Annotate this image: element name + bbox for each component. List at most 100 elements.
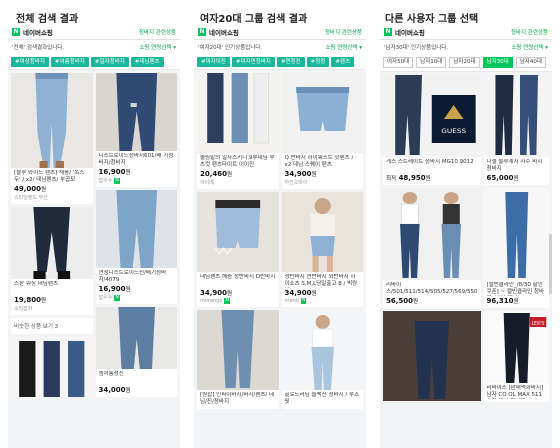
similar-products-link[interactable]: 비슷한 상품 보기 3 — [11, 318, 93, 334]
product-card[interactable] — [383, 311, 481, 401]
product-card[interactable]: 연청디스트로이드진/배기청바지/4079 16,900원 잡우수 N — [95, 190, 177, 304]
product-title: [캘빈클라인_/8/30 할인쿠폰] ~ 캘빈클라인 청바지/ 남성 데님 — [486, 282, 545, 295]
product-card[interactable]: 골로드러님 슬랙진 청바지 / 루즈핏 — [281, 310, 363, 409]
product-title: [원합] 인싸이바지/바지/팬츠/ 데님/진/청바지 — [200, 392, 275, 405]
product-card[interactable] — [11, 337, 93, 397]
phone-screen-male30: N 네이버쇼핑 청바지 관련상품 '남자30대' 인기상품입니다. 쇼핑 연령선택… — [380, 24, 552, 448]
tab-male30[interactable]: 남자30대 — [482, 57, 513, 68]
product-card[interactable]: [원합] 인싸이바지/바지/팬츠/ 데님/진/청바지 — [197, 310, 279, 409]
seller-name: 소잉잡화 — [14, 306, 33, 312]
product-image — [383, 311, 481, 401]
tag-list: #여자이진 #여자연청바지 #연청진 #청청 #팬츠 — [194, 54, 366, 70]
shop-header: N 네이버쇼핑 청바지 관련상품 — [380, 24, 552, 40]
search-note-row: '여자20대' 인기상품입니다. 쇼핑 연령선택 ▾ — [194, 40, 366, 54]
related-products-link[interactable]: 청바지 관련상품 — [325, 28, 362, 36]
product-image — [11, 207, 93, 279]
tab-male40[interactable]: 남자40대 — [515, 57, 546, 68]
tag-item[interactable]: #팬츠 — [331, 56, 355, 67]
product-title: 데님팬츠 해즘 청반바지 D반바지 — [200, 274, 276, 280]
product-card[interactable]: 스판 워싱 데님팬츠 19,800원 소잉잡화 — [11, 207, 93, 315]
tab-female50[interactable]: 여자50대 — [383, 57, 414, 68]
shop-header: N 네이버쇼핑 청바지 관련상품 — [194, 24, 366, 40]
product-card[interactable]: 디스트로이드청바지601/배 기청바지/청바지 16,900원 잡우수 N — [95, 73, 177, 187]
seller-name: morange — [200, 298, 223, 304]
product-card[interactable]: 엠어롱청진 34,000원 — [95, 307, 177, 397]
seller-name: mardi — [284, 298, 299, 304]
phone-screen-all: N 네이버쇼핑 청바지 관련상품 '전체' 검색결과입니다. 쇼핑 연령선택 ▾ … — [8, 24, 180, 448]
product-card[interactable]: 솔링밑의 일자스키니 9부데님 부츠컷 팬츠타이트 이이진 20,460원 하야… — [197, 73, 279, 189]
brand-logo[interactable]: N 네이버쇼핑 — [384, 27, 425, 37]
brand-logo[interactable]: N 네이버쇼핑 — [12, 27, 53, 37]
seller-name: 하야베 — [200, 180, 214, 186]
naver-n-icon: N — [12, 27, 20, 36]
product-image — [95, 73, 177, 151]
brand-logo[interactable]: N 네이버쇼핑 — [198, 27, 239, 37]
naver-n-icon: N — [198, 27, 206, 36]
product-card[interactable]: LEVI'S 리바이스 [판매액화바지] 남자 CO OL MAX 511 슬림… — [483, 311, 549, 402]
age-select-button[interactable]: 쇼핑 연령선택 ▾ — [325, 43, 362, 51]
panel-title-other-group: 다른 사용자 그룹 선택 — [385, 14, 479, 25]
product-image — [197, 310, 279, 390]
product-card[interactable]: 리바이스/501/511/514/505/527/569/550 56,500원 — [383, 188, 481, 308]
product-image — [281, 310, 363, 390]
tag-item[interactable]: #연청진 — [276, 56, 305, 67]
naver-n-icon: N — [384, 27, 392, 36]
product-price: 96,310원 — [486, 297, 519, 305]
npay-badge: N — [300, 298, 307, 304]
seller-name: 잡우수 — [98, 178, 113, 184]
product-price: 34,900원 — [200, 289, 233, 297]
product-title: 디스트로이드청바지601/배 기청바지/청바지 — [98, 153, 174, 166]
tag-item[interactable]: #데님팬츠 — [130, 56, 164, 67]
tab-male10[interactable]: 남자10대 — [416, 57, 447, 68]
product-title: 솔링밑의 일자스키니 9부데님 부츠컷 팬츠타이트 이이진 — [200, 155, 275, 168]
product-image — [383, 188, 481, 280]
product-title: 리바이스/501/511/514/505/527/569/550 — [386, 282, 478, 295]
tag-item[interactable]: #여성청바지 — [11, 56, 49, 67]
tag-list: #여성청바지 #여름청바지 #일자청바지 #데님팬츠 — [8, 54, 180, 70]
product-card[interactable]: 디젤 블루계지 자수 바지 청바지 65,000원 — [483, 75, 549, 185]
seller-name: 하진오바이 — [284, 180, 308, 186]
tag-item[interactable]: #여자연청바지 — [231, 56, 275, 67]
product-image — [11, 73, 93, 168]
tag-item[interactable]: #청청 — [306, 56, 330, 67]
svg-text:LEVI'S: LEVI'S — [531, 321, 544, 328]
tag-item[interactable]: #일자청바지 — [90, 56, 129, 67]
tag-item[interactable]: #여름청바지 — [50, 56, 89, 67]
product-card[interactable]: 청반바지 연반바지 와반바지 하이쇼츠 S,M,L당일출고 8 / 빅랑바 34… — [281, 192, 363, 307]
npay-badge: N — [224, 298, 230, 304]
product-card[interactable]: Q 반바지 하이웨스트 핫팬츠 / x2 데님 스퀘이 팬츠 34,900원 하… — [281, 73, 363, 189]
tab-male20[interactable]: 남자20대 — [449, 57, 480, 68]
product-card[interactable]: GUESS 게스 스트레이트 청바지 MG10 9012 최저 48,950원 — [383, 75, 481, 185]
related-products-link[interactable]: 청바지 관련상품 — [511, 28, 548, 36]
product-title: 스판 워싱 데님팬츠 — [14, 281, 58, 287]
panel-title-female20: 여자20대 그룹 검색 결과 — [200, 14, 308, 25]
brand-name: 네이버쇼핑 — [209, 28, 239, 37]
product-title: 리바이스 [판매액화바지] 남자 CO OL MAX 511 슬림 데님 청바지 — [486, 385, 544, 398]
product-price: 20,460원 — [200, 170, 233, 178]
product-card[interactable]: [블루 와이드 팬츠] 채움/ '똑스 두' / x2/ 데님팬츠/ 부곱모 4… — [11, 73, 93, 204]
product-grid: 솔링밑의 일자스키니 9부데님 부츠컷 팬츠타이트 이이진 20,460원 하야… — [194, 70, 366, 412]
search-note-row: '남자30대' 인기상품입니다. 쇼핑 연령선택 ▾ — [380, 40, 552, 54]
product-image: LEVI'S — [483, 311, 549, 383]
related-products-link[interactable]: 청바지 관련상품 — [139, 28, 176, 36]
npay-badge: N — [114, 294, 120, 301]
panel-title-all: 전체 검색 결과 — [16, 14, 79, 25]
seller-name: 스타일렌드 부산 — [14, 195, 48, 201]
search-note: '남자30대' 인기상품입니다. — [384, 45, 449, 51]
svg-text:GUESS: GUESS — [441, 128, 466, 135]
age-select-button[interactable]: 쇼핑 연령선택 ▾ — [139, 43, 176, 51]
product-image — [281, 73, 363, 153]
product-card[interactable]: [캘빈클라인_/8/30 할인쿠폰] ~ 캘빈클라인 청바지/ 남성 데님 96… — [483, 188, 549, 308]
tag-item[interactable]: #여자이진 — [197, 56, 230, 67]
scrollbar[interactable] — [549, 234, 552, 294]
product-card[interactable]: 데님팬츠 해즘 청반바지 D반바지 34,900원 morange N — [197, 192, 279, 307]
product-title: 연청디스트로이드진/배기청바지/4079 — [98, 270, 167, 283]
brand-name: 네이버쇼핑 — [395, 28, 425, 37]
product-price: 16,900원 — [98, 168, 131, 176]
product-image — [483, 75, 549, 157]
product-title: 디젤 블루계지 자수 바지 청바지 — [486, 159, 543, 172]
seller-name: 잡우수 — [98, 295, 113, 301]
age-select-button[interactable]: 쇼핑 연령선택 ▾ — [511, 43, 548, 51]
brand-name: 네이버쇼핑 — [23, 28, 53, 37]
product-price: 56,500원 — [386, 297, 419, 305]
